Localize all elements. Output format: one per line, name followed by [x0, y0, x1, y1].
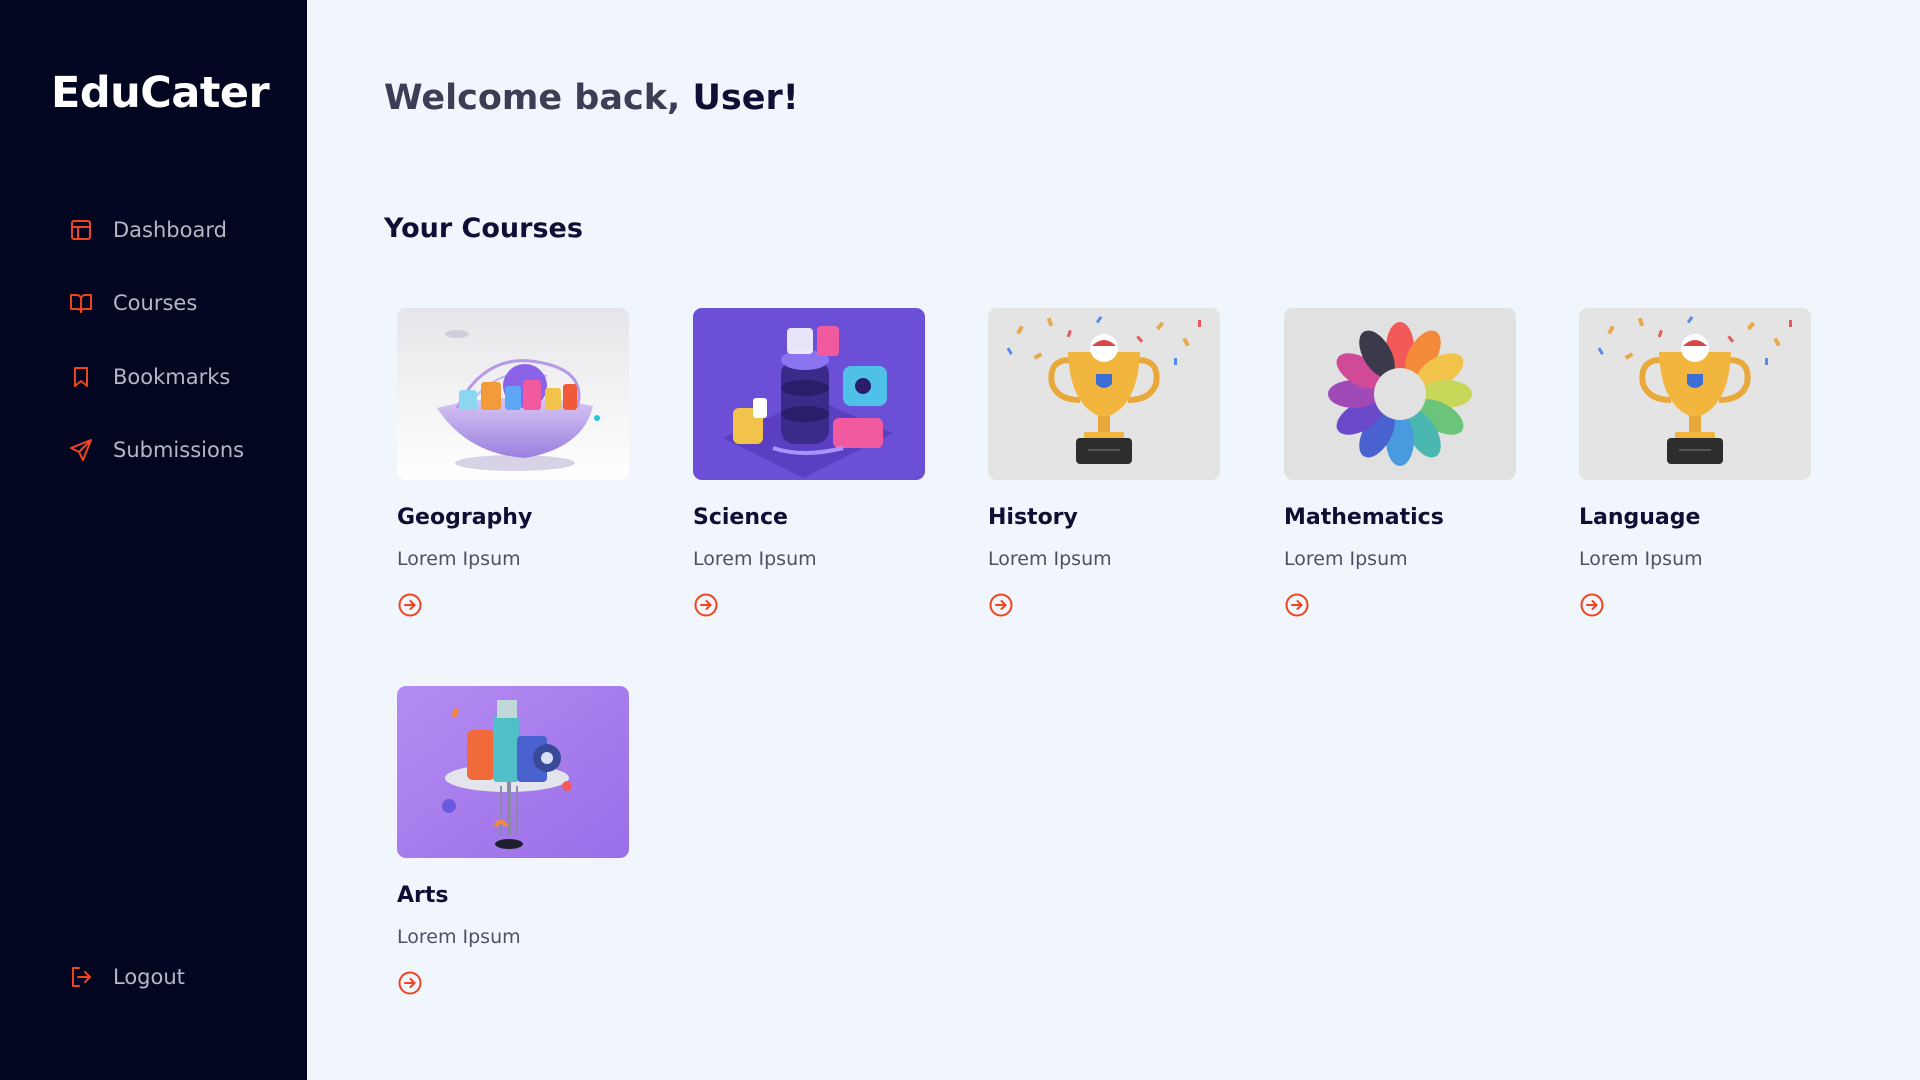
welcome-heading: Welcome back, User!	[384, 78, 799, 118]
arrow-circle-right-icon[interactable]	[693, 592, 719, 618]
sidebar-item-bookmarks[interactable]: Bookmarks	[68, 357, 230, 397]
brand-logo[interactable]: EduCater	[51, 68, 270, 118]
sidebar-item-dashboard[interactable]: Dashboard	[68, 210, 227, 250]
course-thumbnail-arts[interactable]	[397, 686, 629, 858]
course-thumbnail-language[interactable]	[1579, 308, 1811, 480]
sidebar-item-label: Dashboard	[113, 218, 227, 242]
course-subtitle: Lorem Ipsum	[988, 548, 1112, 570]
course-card: Geography Lorem Ipsum	[397, 308, 629, 618]
welcome-user: User!	[692, 78, 799, 118]
section-title: Your Courses	[384, 213, 583, 244]
course-title: Geography	[397, 505, 533, 530]
sidebar-item-courses[interactable]: Courses	[68, 283, 197, 323]
course-title: Arts	[397, 883, 449, 908]
course-card: History Lorem Ipsum	[988, 308, 1220, 618]
arrow-circle-right-icon[interactable]	[397, 970, 423, 996]
course-subtitle: Lorem Ipsum	[397, 926, 521, 948]
course-title: Mathematics	[1284, 505, 1444, 530]
course-subtitle: Lorem Ipsum	[1284, 548, 1408, 570]
arrow-circle-right-icon[interactable]	[1284, 592, 1310, 618]
course-thumbnail-science[interactable]	[693, 308, 925, 480]
main-content: Welcome back, User! Your Courses Geograp…	[307, 0, 1920, 1080]
course-card: Mathematics Lorem Ipsum	[1284, 308, 1516, 618]
sidebar-item-label: Submissions	[113, 438, 245, 462]
course-card: Language Lorem Ipsum	[1579, 308, 1811, 618]
bookmark-icon	[68, 364, 94, 390]
welcome-prefix: Welcome back,	[384, 78, 693, 118]
sidebar-item-label: Courses	[113, 291, 198, 315]
course-subtitle: Lorem Ipsum	[1579, 548, 1703, 570]
arrow-circle-right-icon[interactable]	[1579, 592, 1605, 618]
logout-label: Logout	[113, 965, 185, 989]
logout-button[interactable]: Logout	[68, 957, 185, 997]
course-title: History	[988, 505, 1078, 530]
course-title: Science	[693, 505, 788, 530]
course-title: Language	[1579, 505, 1701, 530]
sidebar-item-submissions[interactable]: Submissions	[68, 430, 244, 470]
send-icon	[68, 437, 94, 463]
book-icon	[68, 290, 94, 316]
course-subtitle: Lorem Ipsum	[397, 548, 521, 570]
course-subtitle: Lorem Ipsum	[693, 548, 817, 570]
course-card: Arts Lorem Ipsum	[397, 686, 629, 996]
logout-icon	[68, 964, 94, 990]
arrow-circle-right-icon[interactable]	[397, 592, 423, 618]
course-thumbnail-history[interactable]	[988, 308, 1220, 480]
course-card: Science Lorem Ipsum	[693, 308, 925, 618]
sidebar-item-label: Bookmarks	[113, 365, 231, 389]
sidebar: EduCater Dashboard Courses Bookmarks Sub…	[0, 0, 307, 1080]
course-thumbnail-geography[interactable]	[397, 308, 629, 480]
dashboard-icon	[68, 217, 94, 243]
course-thumbnail-mathematics[interactable]	[1284, 308, 1516, 480]
arrow-circle-right-icon[interactable]	[988, 592, 1014, 618]
